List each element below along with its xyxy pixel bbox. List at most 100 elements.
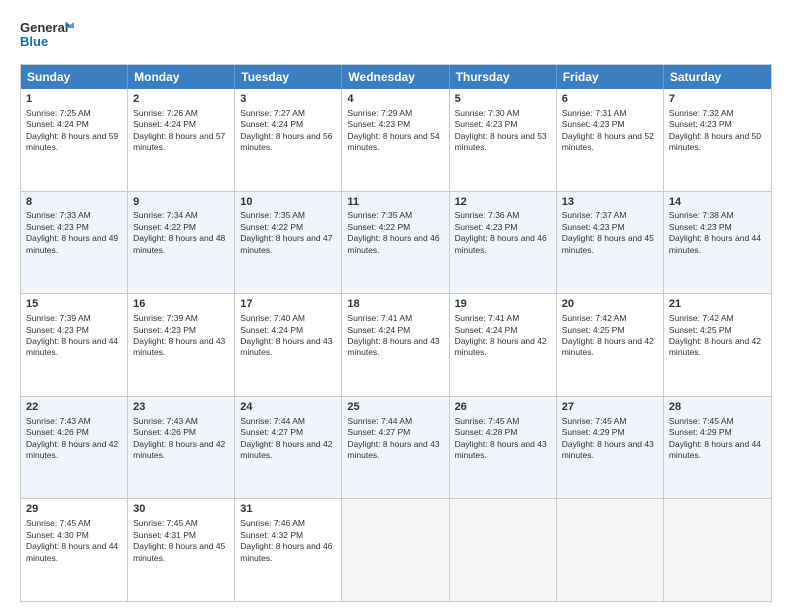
sunset-text: Sunset: 4:29 PM [562,427,625,437]
weekday-header: Sunday [21,65,128,89]
svg-text:Blue: Blue [20,34,48,49]
calendar-cell: 24Sunrise: 7:44 AMSunset: 4:27 PMDayligh… [235,397,342,499]
sunrise-text: Sunrise: 7:45 AM [133,518,198,528]
day-number: 23 [133,400,229,415]
daylight-text: Daylight: 8 hours and 49 minutes. [26,233,118,254]
day-number: 7 [669,92,766,107]
sunrise-text: Sunrise: 7:30 AM [455,108,520,118]
daylight-text: Daylight: 8 hours and 43 minutes. [562,439,654,460]
daylight-text: Daylight: 8 hours and 42 minutes. [133,439,225,460]
daylight-text: Daylight: 8 hours and 44 minutes. [669,439,761,460]
sunset-text: Sunset: 4:32 PM [240,530,303,540]
daylight-text: Daylight: 8 hours and 43 minutes. [240,336,332,357]
sunset-text: Sunset: 4:27 PM [240,427,303,437]
calendar-row: 1Sunrise: 7:25 AMSunset: 4:24 PMDaylight… [21,89,771,191]
day-number: 15 [26,297,122,312]
sunset-text: Sunset: 4:22 PM [240,222,303,232]
daylight-text: Daylight: 8 hours and 52 minutes. [562,131,654,152]
day-number: 11 [347,195,443,210]
calendar-cell [450,499,557,601]
calendar: SundayMondayTuesdayWednesdayThursdayFrid… [20,64,772,602]
day-number: 25 [347,400,443,415]
day-number: 10 [240,195,336,210]
sunrise-text: Sunrise: 7:44 AM [347,416,412,426]
sunrise-text: Sunrise: 7:46 AM [240,518,305,528]
sunset-text: Sunset: 4:23 PM [562,119,625,129]
daylight-text: Daylight: 8 hours and 50 minutes. [669,131,761,152]
day-number: 3 [240,92,336,107]
sunrise-text: Sunrise: 7:35 AM [240,210,305,220]
day-number: 2 [133,92,229,107]
day-number: 17 [240,297,336,312]
calendar-cell: 9Sunrise: 7:34 AMSunset: 4:22 PMDaylight… [128,192,235,294]
sunrise-text: Sunrise: 7:40 AM [240,313,305,323]
weekday-header: Tuesday [235,65,342,89]
sunset-text: Sunset: 4:23 PM [26,222,89,232]
sunset-text: Sunset: 4:22 PM [347,222,410,232]
calendar-cell: 22Sunrise: 7:43 AMSunset: 4:26 PMDayligh… [21,397,128,499]
header: General Blue [20,18,772,54]
sunrise-text: Sunrise: 7:26 AM [133,108,198,118]
sunrise-text: Sunrise: 7:41 AM [455,313,520,323]
sunset-text: Sunset: 4:24 PM [133,119,196,129]
daylight-text: Daylight: 8 hours and 44 minutes. [26,541,118,562]
daylight-text: Daylight: 8 hours and 57 minutes. [133,131,225,152]
sunset-text: Sunset: 4:24 PM [240,119,303,129]
sunrise-text: Sunrise: 7:45 AM [26,518,91,528]
sunset-text: Sunset: 4:23 PM [669,222,732,232]
calendar-cell: 8Sunrise: 7:33 AMSunset: 4:23 PMDaylight… [21,192,128,294]
day-number: 24 [240,400,336,415]
daylight-text: Daylight: 8 hours and 42 minutes. [26,439,118,460]
calendar-cell: 7Sunrise: 7:32 AMSunset: 4:23 PM Daylight… [664,89,771,191]
daylight-text: Daylight: 8 hours and 46 minutes. [240,541,332,562]
calendar-cell: 28Sunrise: 7:45 AMSunset: 4:29 PMDayligh… [664,397,771,499]
calendar-cell: 6Sunrise: 7:31 AMSunset: 4:23 PMDaylight… [557,89,664,191]
calendar-cell: 11Sunrise: 7:35 AM Sunset: 4:22 PMDayligh… [342,192,449,294]
weekday-header: Friday [557,65,664,89]
day-number: 8 [26,195,122,210]
sunset-text: Sunset: 4:24 PM [26,119,89,129]
sunset-text: Sunset: 4:23 PM [669,119,732,129]
calendar-cell: 13Sunrise: 7:37 AMSunset: 4:23 PMDayligh… [557,192,664,294]
daylight-text: Daylight: 8 hours and 43 minutes. [455,439,547,460]
sunset-text: Sunset: 4:24 PM [240,325,303,335]
sunset-text: Sunset: 4:23 PM [455,119,518,129]
sunrise-text: Sunrise: 7:32 AM [669,108,734,118]
day-number: 22 [26,400,122,415]
calendar-row: 15 Sunrise: 7:39 AM Sunset: 4:23 PM Dayligh… [21,293,771,396]
weekday-header: Wednesday [342,65,449,89]
calendar-cell: 20Sunrise: 7:42 AMSunset: 4:25 PMDayligh… [557,294,664,396]
sunrise-text: Sunrise: 7:42 AM [669,313,734,323]
daylight-text: Daylight: 8 hours and 59 minutes. [26,131,118,152]
calendar-cell: 10Sunrise: 7:35 AMSunset: 4:22 PMDayligh… [235,192,342,294]
calendar-cell: 1Sunrise: 7:25 AMSunset: 4:24 PMDaylight… [21,89,128,191]
calendar-cell: 29Sunrise: 7:45 AMSunset: 4:30 PMDayligh… [21,499,128,601]
calendar-body: 1Sunrise: 7:25 AMSunset: 4:24 PMDaylight… [21,89,771,601]
sunrise-text: Sunrise: 7:39 AM [133,313,198,323]
daylight-text: Daylight: 8 hours and 43 minutes. [347,439,439,460]
sunrise-text: Sunrise: 7:27 AM [240,108,305,118]
sunrise-text: Sunrise: 7:37 AM [562,210,627,220]
calendar-cell: 14Sunrise: 7:38 AMSunset: 4:23 PMDayligh… [664,192,771,294]
day-number: 31 [240,502,336,517]
daylight-text: Daylight: 8 hours and 46 minutes. [455,233,547,254]
daylight-text: Daylight: 8 hours and 43 minutes. [347,336,439,357]
daylight-text: Daylight: 8 hours and 46 minutes. [347,233,439,254]
daylight-text: Daylight: 8 hours and 42 minutes. [240,439,332,460]
calendar-cell: 17Sunrise: 7:40 AM Sunset: 4:24 PMDayligh… [235,294,342,396]
daylight-text: Daylight: 8 hours and 48 minutes. [133,233,225,254]
calendar-cell: 30Sunrise: 7:45 AMSunset: 4:31 PMDayligh… [128,499,235,601]
sunset-text: Sunset: 4:31 PM [133,530,196,540]
daylight-text: Daylight: 8 hours and 54 minutes. [347,131,439,152]
day-number: 18 [347,297,443,312]
sunset-text: Sunset: 4:23 PM [347,119,410,129]
sunset-text: Sunset: 4:24 PM [455,325,518,335]
calendar-cell: 18Sunrise: 7:41 AMSunset: 4:24 PMDayligh… [342,294,449,396]
calendar-cell: 21Sunrise: 7:42 AMSunset: 4:25 PMDayligh… [664,294,771,396]
sunset-text: Sunset: 4:23 PM [26,325,89,335]
calendar-cell: 2Sunrise: 7:26 AMSunset: 4:24 PM Daylight… [128,89,235,191]
sunrise-text: Sunrise: 7:35 AM [347,210,412,220]
calendar-cell: 5Sunrise: 7:30 AMSunset: 4:23 PMDaylight… [450,89,557,191]
day-number: 5 [455,92,551,107]
calendar-cell: 19Sunrise: 7:41 AMSunset: 4:24 PMDayligh… [450,294,557,396]
